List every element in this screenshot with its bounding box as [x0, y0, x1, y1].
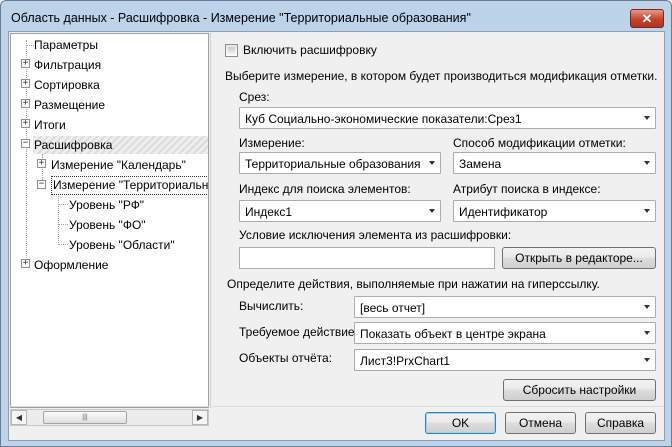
- index-value: Индекс1: [245, 205, 292, 219]
- search-attribute-value: Идентификатор: [459, 205, 548, 219]
- settings-tree: Параметры + Фильтрация + Сортировка + Ра…: [10, 33, 209, 408]
- required-action-label: Требуемое действие:: [239, 325, 358, 339]
- tree-item-level-fo[interactable]: Уровень "ФО": [69, 216, 146, 234]
- report-objects-value: Лист3!PrxChart1: [360, 354, 451, 368]
- enable-drill-checkbox[interactable]: [225, 44, 238, 57]
- slice-label: Срез:: [239, 90, 270, 104]
- title-bar[interactable]: Область данных - Расшифровка - Измерение…: [1, 1, 671, 33]
- tree-item-label: Измерение "Территориальные образования": [53, 178, 209, 192]
- chevron-down-icon: [644, 331, 650, 335]
- chevron-down-icon: [429, 161, 435, 165]
- calculate-combo[interactable]: [весь отчет]: [354, 296, 656, 318]
- report-objects-label: Объекты отчёта:: [239, 351, 333, 365]
- expand-plus-icon[interactable]: +: [21, 259, 30, 268]
- tree-item-label: Расшифровка: [34, 138, 113, 152]
- tree-item-level-regions[interactable]: Уровень "Области": [69, 236, 175, 254]
- scroll-right-icon[interactable]: ▶: [192, 410, 208, 425]
- tree-item-dimension-calendar[interactable]: Измерение "Календарь": [51, 156, 186, 174]
- dimension-combo[interactable]: Территориальные образования: [239, 152, 441, 174]
- chevron-down-icon: [644, 161, 650, 165]
- close-icon: ✕: [641, 11, 653, 26]
- panel-splitter[interactable]: [210, 33, 211, 408]
- chevron-down-icon: [644, 358, 650, 362]
- tree-item-label: Уровень "Области": [69, 238, 175, 252]
- tree-connector: [58, 224, 68, 225]
- expand-plus-icon[interactable]: +: [37, 159, 46, 168]
- tree-item-sorting[interactable]: Сортировка: [34, 76, 100, 94]
- tree-item-label: Размещение: [34, 98, 105, 112]
- hyperlink-actions-hint: Определите действия, выполняемые при наж…: [227, 277, 600, 291]
- tree-item-placement[interactable]: Размещение: [34, 96, 105, 114]
- chevron-down-icon: [644, 305, 650, 309]
- tree-item-label: Оформление: [34, 258, 109, 272]
- ok-button[interactable]: OK: [425, 412, 496, 434]
- tree-item-label: Фильтрация: [34, 58, 102, 72]
- chevron-down-icon: [429, 209, 435, 213]
- index-label: Индекс для поиска элементов:: [239, 182, 411, 196]
- help-button[interactable]: Справка: [585, 412, 656, 434]
- expand-plus-icon[interactable]: +: [21, 59, 30, 68]
- tree-connector: [58, 194, 59, 245]
- collapse-minus-icon[interactable]: −: [37, 180, 46, 189]
- exclusion-condition-label: Условие исключения элемента из расшифров…: [239, 228, 512, 242]
- scroll-left-icon[interactable]: ◀: [11, 410, 27, 425]
- expand-plus-icon[interactable]: +: [21, 79, 30, 88]
- tree-item-dimension-territories[interactable]: Измерение "Территориальные образования": [51, 176, 209, 195]
- tree-item-label: Уровень "ФО": [69, 218, 146, 232]
- tree-item-label: Итоги: [34, 118, 66, 132]
- tree-item-label: Уровень "РФ": [69, 198, 145, 212]
- tree-item-label: Параметры: [34, 38, 98, 52]
- calculate-label: Вычислить:: [239, 299, 304, 313]
- dimension-value: Территориальные образования: [245, 157, 421, 171]
- expand-plus-icon[interactable]: +: [21, 99, 30, 108]
- dimension-label: Измерение:: [239, 136, 305, 150]
- chevron-down-icon: [644, 116, 650, 120]
- reset-settings-button[interactable]: Сбросить настройки: [503, 379, 656, 401]
- close-button[interactable]: ✕: [630, 9, 664, 28]
- mod-method-value: Замена: [459, 157, 502, 171]
- index-combo[interactable]: Индекс1: [239, 200, 441, 222]
- slice-combo[interactable]: Куб Социально-экономические показатели:С…: [239, 107, 656, 129]
- search-attribute-label: Атрибут поиска в индексе:: [453, 182, 601, 196]
- tree-item-drill[interactable]: Расшифровка: [33, 136, 208, 154]
- calculate-value: [весь отчет]: [360, 301, 426, 315]
- mod-method-label: Способ модификации отметки:: [453, 136, 626, 150]
- open-editor-button[interactable]: Открыть в редакторе...: [502, 247, 656, 269]
- scroll-thumb[interactable]: |||: [43, 411, 127, 424]
- exclusion-condition-input[interactable]: [239, 247, 495, 269]
- tree-item-filtering[interactable]: Фильтрация: [34, 56, 101, 74]
- tree-connector: [26, 40, 27, 264]
- tree-horizontal-scrollbar[interactable]: ◀ ||| ▶: [10, 409, 209, 426]
- tree-connector: [58, 244, 68, 245]
- dialog-client-area: Параметры + Фильтрация + Сортировка + Ра…: [8, 31, 665, 441]
- collapse-minus-icon[interactable]: −: [21, 139, 30, 148]
- mod-method-combo[interactable]: Замена: [453, 152, 656, 174]
- tree-item-parameters[interactable]: Параметры: [34, 36, 98, 54]
- dialog-window: Область данных - Расшифровка - Измерение…: [0, 0, 672, 447]
- tree-connector: [26, 45, 34, 46]
- window-title: Область данных - Расшифровка - Измерение…: [11, 11, 471, 25]
- expand-plus-icon[interactable]: +: [21, 119, 30, 128]
- choose-dimension-hint: Выберите измерение, в котором будет прои…: [225, 69, 658, 83]
- tree-item-formatting[interactable]: Оформление: [34, 256, 108, 274]
- tree-connector: [58, 204, 68, 205]
- chevron-down-icon: [644, 209, 650, 213]
- required-action-combo[interactable]: Показать объект в центре экрана: [354, 322, 656, 344]
- search-attribute-combo[interactable]: Идентификатор: [453, 200, 656, 222]
- tree-item-totals[interactable]: Итоги: [34, 116, 66, 134]
- cancel-button[interactable]: Отмена: [505, 412, 576, 434]
- report-objects-combo[interactable]: Лист3!PrxChart1: [354, 349, 656, 371]
- tree-item-label: Сортировка: [34, 78, 100, 92]
- tree-item-label: Измерение "Календарь": [51, 158, 186, 172]
- footer-divider: [9, 406, 664, 407]
- slice-value: Куб Социально-экономические показатели:С…: [245, 112, 522, 126]
- enable-drill-label: Включить расшифровку: [243, 43, 377, 57]
- required-action-value: Показать объект в центре экрана: [360, 327, 546, 341]
- tree-item-level-rf[interactable]: Уровень "РФ": [69, 196, 144, 214]
